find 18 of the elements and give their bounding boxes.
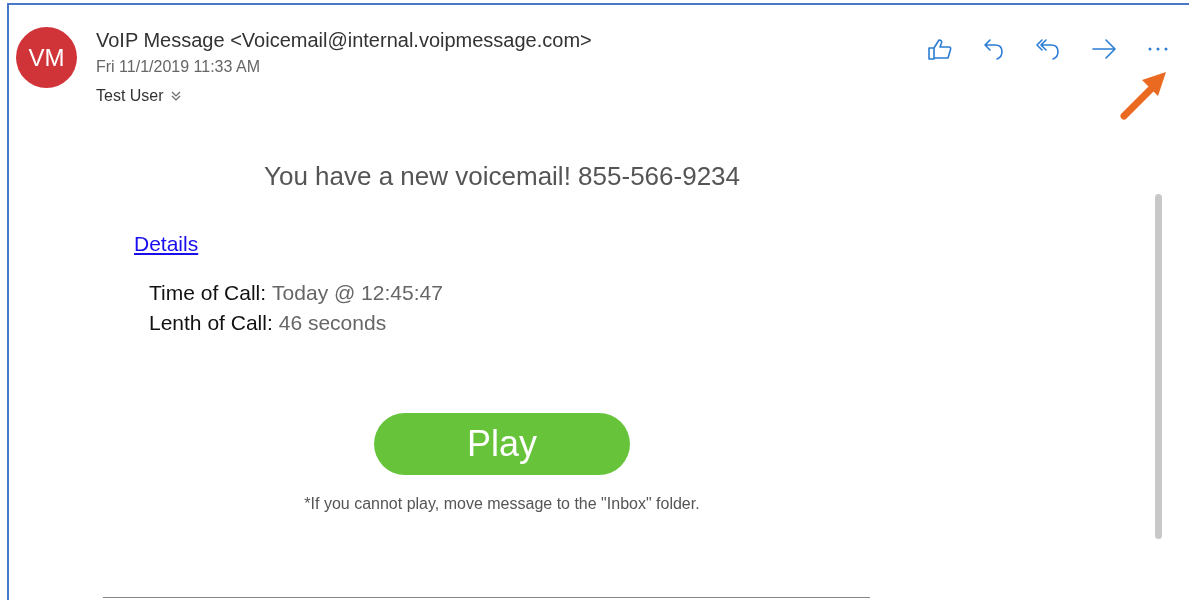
recipient: Test User (96, 86, 164, 106)
date: Fri 11/1/2019 11:33 AM (96, 57, 261, 77)
details-link[interactable]: Details (134, 228, 199, 260)
field-value: 46 seconds (278, 309, 387, 336)
footnote: *If you cannot play, move message to the "Inbox" folder. (304, 493, 700, 514)
expand-icon[interactable] (169, 90, 182, 102)
field-label: Lenth of Call: (149, 309, 273, 336)
sender: VoIP Message <Voicemail@internal.voipmessage.com> (96, 28, 592, 53)
reply-icon[interactable] (983, 37, 1005, 61)
forward-icon[interactable] (1091, 37, 1117, 61)
more-icon[interactable] (1147, 46, 1169, 52)
scrollbar[interactable] (1155, 194, 1162, 539)
field-label: Time of Call: (149, 279, 267, 306)
field-value: Today @ 12:45:47 (272, 279, 443, 306)
voicemail-heading: You have a new voicemail! 855-566-9234 (263, 160, 740, 193)
avatar: VM (16, 27, 77, 88)
reply-all-icon[interactable] (1035, 37, 1061, 61)
thumbs-up-icon[interactable] (927, 37, 953, 61)
